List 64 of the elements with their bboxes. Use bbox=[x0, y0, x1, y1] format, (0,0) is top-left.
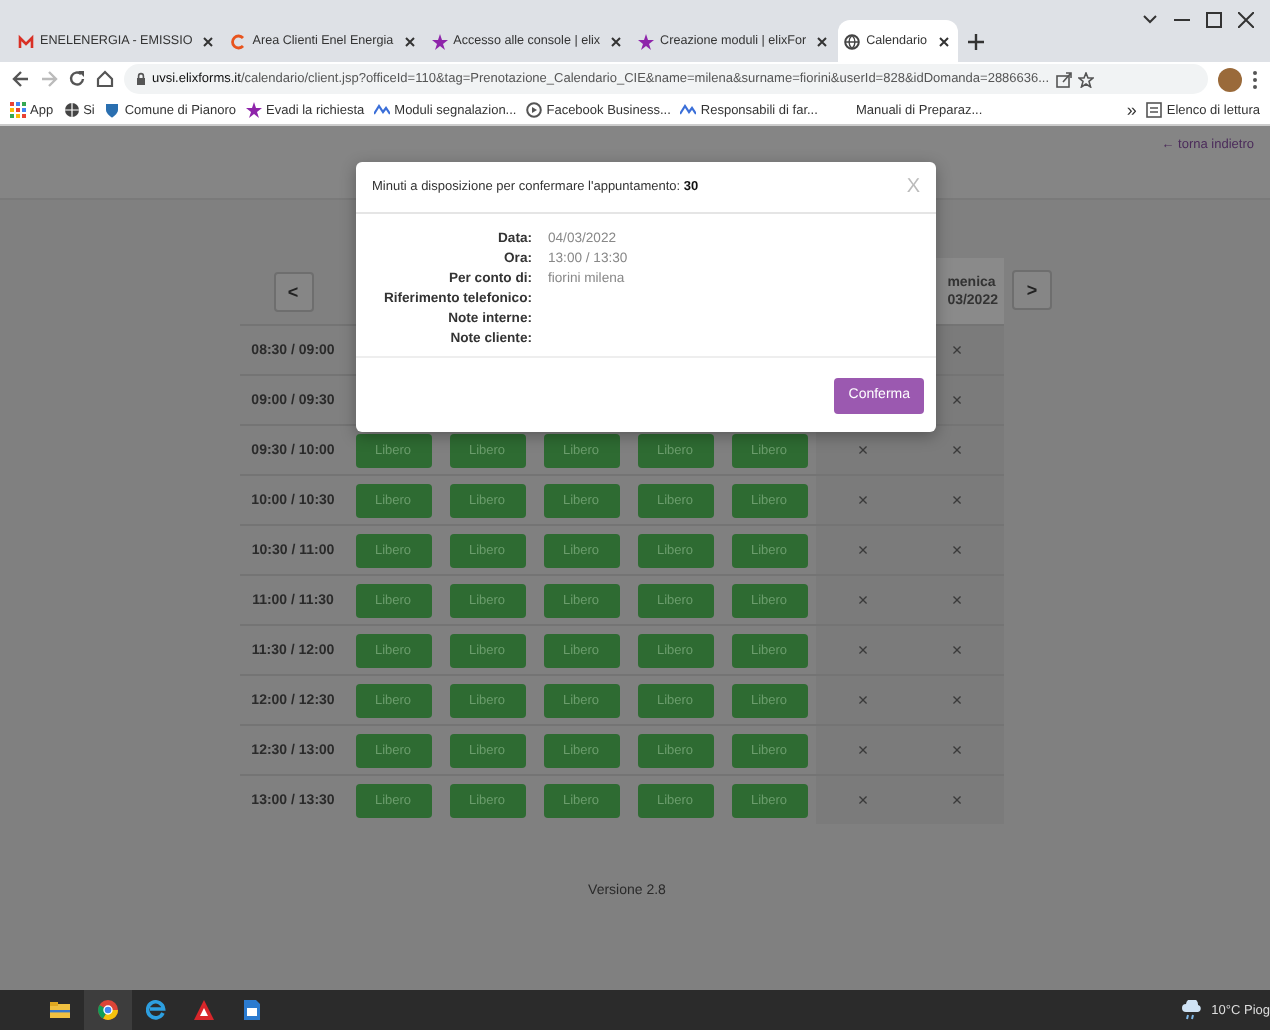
chevron-down-icon bbox=[1142, 12, 1158, 28]
taskbar-app-button[interactable] bbox=[84, 990, 132, 1030]
unavailable-mark: × bbox=[951, 540, 963, 560]
share-icon[interactable] bbox=[1055, 71, 1072, 87]
wave-icon bbox=[680, 102, 697, 118]
arc-icon bbox=[230, 33, 247, 49]
globe-icon bbox=[844, 33, 861, 49]
document-icon bbox=[242, 1000, 262, 1020]
lock-icon bbox=[136, 72, 146, 86]
star-icon bbox=[246, 102, 263, 118]
unavailable-mark: × bbox=[857, 690, 869, 710]
unavailable-mark: × bbox=[857, 790, 869, 810]
star-outline-icon[interactable] bbox=[1077, 71, 1094, 87]
wave-icon bbox=[374, 102, 391, 118]
reload-icon[interactable] bbox=[68, 70, 86, 88]
tab-close-button[interactable] bbox=[401, 35, 418, 47]
unavailable-mark: × bbox=[951, 390, 963, 410]
maximize-icon bbox=[1206, 12, 1222, 28]
unavailable-mark: × bbox=[951, 440, 963, 460]
folder-icon bbox=[50, 1000, 70, 1020]
unavailable-mark: × bbox=[857, 490, 869, 510]
unavailable-mark: × bbox=[857, 590, 869, 610]
e-logo-icon bbox=[146, 1000, 166, 1020]
globe-icon bbox=[63, 102, 80, 118]
more-bookmarks-button[interactable]: » bbox=[1124, 100, 1139, 120]
unavailable-mark: × bbox=[951, 740, 963, 760]
close-icon bbox=[403, 35, 416, 47]
reading-list-icon bbox=[1146, 102, 1163, 118]
unavailable-mark: × bbox=[951, 690, 963, 710]
tab-close-button[interactable] bbox=[200, 35, 217, 47]
close-icon bbox=[202, 35, 215, 47]
triangle-logo-icon bbox=[194, 1000, 214, 1020]
apps-grid-icon bbox=[10, 102, 26, 118]
avatar-icon[interactable] bbox=[1218, 67, 1242, 91]
unavailable-mark: × bbox=[857, 740, 869, 760]
tab-close-button[interactable] bbox=[814, 35, 831, 47]
back-arrow-icon[interactable] bbox=[12, 70, 30, 88]
unavailable-mark: × bbox=[951, 590, 963, 610]
unavailable-mark: × bbox=[951, 640, 963, 660]
close-icon bbox=[816, 35, 829, 47]
star-icon bbox=[638, 33, 655, 49]
previous-week-button[interactable]: < bbox=[273, 271, 313, 311]
cloud-rain-icon bbox=[1179, 1000, 1204, 1020]
tab-close-button[interactable] bbox=[935, 35, 952, 47]
star-icon bbox=[431, 33, 448, 49]
close-icon bbox=[937, 35, 950, 47]
circle-logo-icon bbox=[526, 102, 543, 118]
next-week-button[interactable]: > bbox=[1012, 270, 1052, 310]
close-icon bbox=[610, 35, 623, 47]
unavailable-mark: × bbox=[951, 790, 963, 810]
plus-icon bbox=[967, 33, 984, 49]
more-options-icon[interactable] bbox=[1252, 69, 1258, 89]
unavailable-mark: × bbox=[951, 490, 963, 510]
close-icon bbox=[1238, 12, 1254, 28]
unavailable-mark: × bbox=[857, 440, 869, 460]
browser-logo-icon bbox=[98, 1000, 118, 1020]
unavailable-mark: × bbox=[857, 540, 869, 560]
unavailable-mark: × bbox=[857, 640, 869, 660]
tab-close-button[interactable] bbox=[608, 35, 625, 47]
shield-icon bbox=[104, 102, 121, 118]
close-button[interactable]: X bbox=[906, 176, 920, 198]
mail-icon bbox=[18, 33, 34, 49]
unavailable-mark: × bbox=[951, 340, 963, 360]
home-icon[interactable] bbox=[96, 70, 114, 88]
